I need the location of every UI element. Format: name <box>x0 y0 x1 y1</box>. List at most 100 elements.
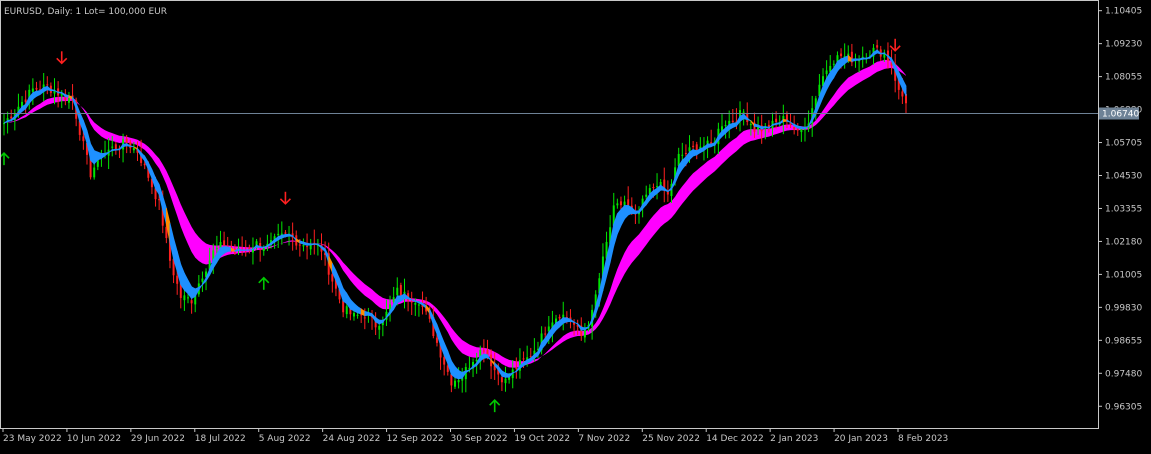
candle-body <box>656 186 658 187</box>
candle-body <box>400 285 402 296</box>
fast-band-segment <box>98 152 102 160</box>
candle-body <box>548 326 550 331</box>
candle-body <box>346 306 348 314</box>
candle-body <box>515 368 517 369</box>
price-label-text: 1.06740 <box>1102 110 1139 120</box>
candle-body <box>183 295 185 300</box>
fast-band-segment <box>801 127 805 129</box>
candle-body <box>414 303 416 305</box>
candle-body <box>111 147 113 148</box>
candle-body <box>692 146 694 147</box>
y-tick-label: 1.02180 <box>1105 237 1142 247</box>
fast-band-segment <box>754 124 758 127</box>
candle-body <box>216 248 218 249</box>
candle-body <box>364 317 366 318</box>
chart-canvas[interactable]: EURUSD, Daily: 1 Lot= 100,000 EUR 1.1040… <box>0 0 1151 450</box>
candle-body <box>35 88 37 90</box>
candle-body <box>277 234 279 235</box>
y-tick-label: 1.09230 <box>1105 40 1142 50</box>
candle-body <box>396 288 398 295</box>
fast-band-segment <box>765 127 769 129</box>
candle-body <box>263 248 265 251</box>
y-tick-label: 1.05705 <box>1105 139 1142 149</box>
candle-body <box>284 232 286 233</box>
x-tick-label: 20 Jan 2023 <box>834 434 888 444</box>
x-tick-label: 23 May 2022 <box>3 434 62 444</box>
fast-band-segment <box>365 311 369 315</box>
y-tick-label: 0.98655 <box>1105 336 1142 346</box>
fast-band-segment <box>783 119 787 121</box>
candle-body <box>223 240 225 245</box>
fast-band-segment <box>855 59 859 61</box>
y-tick-label: 0.96305 <box>1105 402 1142 412</box>
candle-body <box>393 297 395 302</box>
candle-body <box>833 64 835 65</box>
fast-band-segment <box>307 243 311 245</box>
fast-band-segment <box>314 244 318 245</box>
candle-body <box>685 153 687 154</box>
y-tick-label: 1.10405 <box>1105 7 1142 17</box>
fast-band-segment <box>635 211 639 214</box>
candle-body <box>144 164 146 166</box>
candle-body <box>620 201 622 205</box>
candle-body <box>689 147 691 151</box>
candle-body <box>454 381 456 387</box>
x-tick-label: 10 Jun 2022 <box>67 434 121 444</box>
fast-band-segment <box>563 318 567 324</box>
x-tick-label: 2 Jan 2023 <box>770 434 818 444</box>
current-price-label: 1.06740 <box>1099 108 1139 120</box>
fast-band-segment <box>863 58 867 59</box>
y-tick-label: 1.04530 <box>1105 172 1142 182</box>
candle-body <box>840 54 842 57</box>
fast-band-segment <box>285 234 289 237</box>
fast-band-segment <box>693 150 697 156</box>
fast-band-segment <box>881 53 885 54</box>
fast-band-segment <box>852 59 856 62</box>
candle-body <box>483 350 485 351</box>
candle-body <box>645 195 647 197</box>
candle-body <box>32 88 34 91</box>
candle-body <box>616 203 618 205</box>
candle-body <box>559 317 561 319</box>
candle-body <box>82 136 84 141</box>
candle-body <box>681 155 683 156</box>
fast-band-segment <box>484 354 488 358</box>
candle-body <box>523 358 525 359</box>
fast-band-segment <box>311 244 315 245</box>
candle-body <box>191 300 193 303</box>
candle-body <box>743 112 745 113</box>
x-tick-label: 25 Nov 2022 <box>642 434 700 444</box>
candle-body <box>418 304 420 305</box>
candle-body <box>25 100 27 102</box>
fast-band-segment <box>798 126 802 128</box>
candle-body <box>627 199 629 205</box>
candle-body <box>725 125 727 126</box>
candle-body <box>876 45 878 47</box>
candle-body <box>544 334 546 335</box>
candle-body <box>115 144 117 149</box>
candle-body <box>793 127 795 129</box>
fast-band-segment <box>242 250 246 251</box>
candle-body <box>411 301 413 302</box>
fast-band-segment <box>776 123 780 125</box>
candle-body <box>458 380 460 382</box>
fast-band-segment <box>228 247 232 252</box>
fast-band-segment <box>123 144 127 147</box>
candle-body <box>357 315 359 316</box>
fast-band-segment <box>708 144 712 148</box>
candle-body <box>436 338 438 343</box>
x-tick-label: 14 Dec 2022 <box>706 434 764 444</box>
candle-body <box>299 245 301 246</box>
x-tick-label: 7 Nov 2022 <box>578 434 630 444</box>
x-tick-label: 5 Aug 2022 <box>259 434 311 444</box>
candle-body <box>505 379 507 384</box>
candle-body <box>93 168 95 178</box>
chart-background <box>0 0 1151 450</box>
candle-body <box>450 374 452 385</box>
candle-body <box>901 91 903 96</box>
y-tick-label: 1.08055 <box>1105 73 1142 83</box>
x-tick-label: 18 Jul 2022 <box>195 434 246 444</box>
y-tick-label: 0.99830 <box>1105 303 1142 313</box>
price-chart[interactable]: EURUSD, Daily: 1 Lot= 100,000 EUR 1.1040… <box>0 0 1151 450</box>
candle-body <box>306 246 308 247</box>
